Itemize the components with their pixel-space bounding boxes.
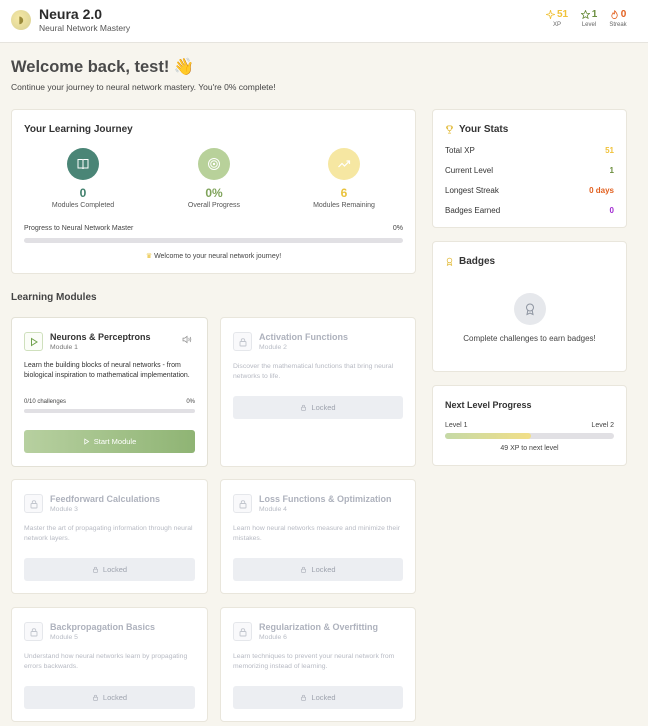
start-module-button[interactable]: Start Module: [24, 430, 195, 453]
journey-modules-completed: 0 Modules Completed: [28, 148, 138, 209]
module-challenges: 0/10 challenges: [24, 399, 67, 405]
target-icon: [208, 158, 220, 170]
module-icon: [233, 622, 252, 641]
module-description: Understand how neural networks learn by …: [24, 653, 188, 670]
module-icon: [24, 622, 43, 641]
module-card-5: Backpropagation Basics Module 5 Understa…: [11, 607, 208, 722]
learning-modules-title: Learning Modules: [11, 292, 97, 303]
module-icon: [233, 332, 252, 351]
lock-icon: [239, 499, 246, 508]
lock-icon: [30, 499, 37, 508]
app-subtitle: Neural Network Mastery: [39, 23, 131, 33]
journey-progress-value: 0%: [392, 225, 403, 232]
journey-progress-bar: [24, 238, 403, 243]
module-icon: [24, 332, 43, 351]
locked-button: Locked: [24, 558, 195, 581]
next-level-to: Level 2: [591, 422, 614, 429]
lock-icon: [301, 694, 307, 701]
journey-title: Your Learning Journey: [24, 124, 133, 135]
badge-placeholder: [514, 293, 546, 325]
module-title: Neurons & Perceptrons: [50, 332, 151, 342]
module-card-6: Regularization & Overfitting Module 6 Le…: [220, 607, 416, 722]
next-level-remaining: 49 XP to next level: [500, 445, 559, 452]
next-level-title: Next Level Progress: [445, 400, 532, 410]
header-xp-stat: 51 XP: [543, 9, 571, 28]
app-title: Neura 2.0: [39, 6, 103, 22]
lock-icon: [30, 627, 37, 636]
module-title: Loss Functions & Optimization: [259, 494, 392, 504]
app-header: ◗ Neura 2.0 Neural Network Mastery 51 XP…: [0, 0, 648, 43]
award-icon: [526, 303, 534, 316]
medal-icon: [446, 257, 453, 266]
trend-up-icon: [338, 160, 351, 168]
journey-message: ♛ Welcome to your neural network journey…: [145, 253, 282, 260]
next-level-from: Level 1: [445, 422, 468, 429]
next-level-progress-bar: [445, 433, 614, 439]
module-card-4: Loss Functions & Optimization Module 4 L…: [220, 479, 416, 594]
journey-overall-progress: 0% Overall Progress: [159, 148, 269, 209]
module-progress-bar: [24, 409, 195, 413]
module-card-1[interactable]: Neurons & Perceptrons Module 1 Learn the…: [11, 317, 208, 467]
module-icon: [233, 494, 252, 513]
module-number: Module 2: [259, 344, 287, 351]
next-level-progress-fill: [445, 433, 532, 439]
trophy-icon: ♛: [145, 253, 153, 260]
module-description: Learn the building blocks of neural netw…: [24, 362, 190, 379]
module-number: Module 5: [50, 634, 78, 641]
locked-button: Locked: [24, 686, 195, 709]
stat-longest-streak: Longest Streak 0 days: [445, 186, 614, 195]
play-icon: [30, 337, 38, 346]
module-card-2: Activation Functions Module 2 Discover t…: [220, 317, 416, 467]
module-description: Learn how neural networks measure and mi…: [233, 525, 400, 542]
locked-button: Locked: [233, 558, 403, 581]
star-icon: [580, 10, 590, 19]
stats-title: Your Stats: [459, 124, 509, 135]
badges-empty-text: Complete challenges to earn badges!: [463, 334, 596, 343]
app-logo[interactable]: ◗: [11, 10, 31, 30]
your-stats-card: Your Stats Total XP 51 Current Level 1 Lon…: [432, 109, 627, 228]
welcome-subtitle: Continue your journey to neural network …: [11, 82, 276, 92]
stat-total-xp: Total XP 51: [445, 146, 614, 155]
welcome-title: Welcome back, test! 👋: [11, 58, 195, 76]
book-icon: [77, 159, 89, 170]
module-title: Backpropagation Basics: [50, 622, 156, 632]
lock-icon: [92, 694, 98, 701]
header-level-stat: 1 Level: [580, 9, 598, 28]
module-card-3: Feedforward Calculations Module 3 Master…: [11, 479, 208, 594]
journey-progress-label: Progress to Neural Network Master: [24, 225, 134, 232]
header-streak-stat: 0 Streak: [609, 9, 627, 28]
lock-icon: [92, 566, 98, 573]
locked-button: Locked: [233, 396, 403, 419]
module-number: Module 3: [50, 506, 78, 513]
stat-badges-earned: Badges Earned 0: [445, 206, 614, 215]
module-title: Activation Functions: [259, 332, 349, 342]
play-icon: [84, 438, 90, 445]
learning-journey-card: Your Learning Journey 0 Modules Complete…: [11, 109, 416, 274]
module-title: Regularization & Overfitting: [259, 622, 379, 632]
module-number: Module 4: [259, 506, 287, 513]
stat-current-level: Current Level 1: [445, 166, 614, 175]
sparkle-icon: [545, 10, 555, 19]
module-description: Discover the mathematical functions that…: [233, 363, 394, 380]
module-title: Feedforward Calculations: [50, 494, 161, 504]
lock-icon: [239, 627, 246, 636]
module-number: Module 6: [259, 634, 287, 641]
flame-icon: [611, 10, 618, 19]
module-number: Module 1: [50, 344, 78, 351]
next-level-card: Next Level Progress Level 1 Level 2 49 X…: [432, 385, 627, 466]
trophy-icon: [445, 125, 454, 134]
lock-icon: [301, 404, 307, 411]
module-progress-value: 0%: [186, 399, 195, 405]
badges-title: Badges: [459, 256, 496, 267]
lock-icon: [301, 566, 307, 573]
journey-modules-remaining: 6 Modules Remaining: [289, 148, 399, 209]
module-description: Master the art of propagating informatio…: [24, 525, 193, 542]
locked-button: Locked: [233, 686, 403, 709]
badges-card: Badges Complete challenges to earn badge…: [432, 241, 627, 372]
module-icon: [24, 494, 43, 513]
module-description: Learn techniques to prevent your neural …: [233, 653, 395, 670]
speaker-icon[interactable]: [182, 335, 193, 344]
lock-icon: [239, 337, 246, 346]
